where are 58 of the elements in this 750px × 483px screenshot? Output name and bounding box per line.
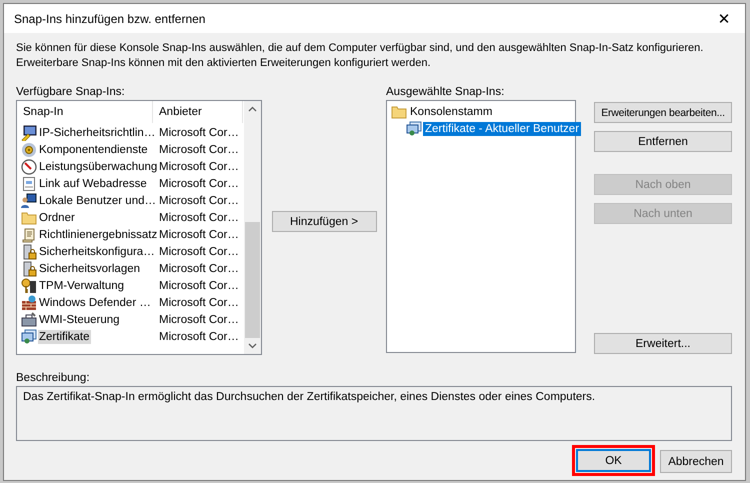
- list-item[interactable]: Sicherheitsvorlagen: [38, 262, 142, 276]
- table-cell-text: Microsoft Cor…: [158, 194, 240, 206]
- list-item[interactable]: Komponentendienste: [38, 142, 149, 156]
- table-cell-text: Microsoft Cor…: [158, 178, 240, 190]
- close-button[interactable]: ✕: [703, 4, 745, 33]
- list-item[interactable]: Lokale Benutzer und…: [38, 194, 157, 208]
- list-item[interactable]: Link auf Webadresse: [38, 176, 148, 190]
- side-button[interactable]: Erweitert...: [594, 333, 732, 354]
- list-item[interactable]: Windows Defender …: [38, 296, 152, 310]
- intro-text: Sie können für diese Konsole Snap-Ins auswählen, die auf dem Computer verfügbar sind, und den ausgewählten Snap-In-Satz konfigurieren. Erweiterbare Snap-Ins können mit den aktivierten Erweiterungen konfiguriert werden.: [16, 41, 704, 71]
- description-text: Das Zertifikat-Snap-In ermöglicht das Durchsuchen der Zertifikatspeicher, eines Dienstes oder eines Computers.: [16, 386, 732, 441]
- table-cell-text: Microsoft Cor…: [158, 296, 240, 308]
- document-icon: [21, 176, 37, 192]
- list-label: Ausgewählte Snap-Ins:: [386, 86, 504, 100]
- table-cell-text: Microsoft Cor…: [158, 262, 240, 274]
- table-cell-text: Microsoft Cor…: [158, 144, 240, 156]
- tree-item[interactable]: Konsolenstamm: [408, 104, 494, 118]
- folder-icon: [21, 210, 37, 226]
- gear-icon: [21, 142, 37, 158]
- scroll-thumb[interactable]: [245, 222, 260, 338]
- column-header[interactable]: Anbieter: [153, 101, 243, 123]
- table-cell-text: Microsoft Cor…: [158, 212, 240, 224]
- certificate-icon: [21, 328, 37, 344]
- list-item[interactable]: Sicherheitskonfigura…: [38, 244, 156, 258]
- dialog-button[interactable]: OK: [576, 449, 651, 472]
- users-icon: [21, 192, 37, 208]
- table-cell-text: Microsoft Cor…: [158, 126, 240, 138]
- list-item[interactable]: WMI-Steuerung: [38, 312, 121, 326]
- folder-icon: [391, 104, 407, 120]
- window-title: Snap-Ins hinzufügen bzw. entfernen: [14, 12, 206, 26]
- side-button[interactable]: Erweiterungen bearbeiten...: [594, 102, 732, 123]
- table-cell-text: Microsoft Cor…: [158, 280, 240, 292]
- list-item[interactable]: Ordner: [38, 210, 76, 224]
- list-label: Verfügbare Snap-Ins:: [16, 86, 126, 100]
- list-item[interactable]: Richtlinienergebnissatz: [38, 228, 158, 242]
- add-button[interactable]: Hinzufügen >: [272, 211, 376, 232]
- table-cell-text: Microsoft Cor…: [158, 246, 240, 258]
- key-icon: [21, 278, 37, 294]
- toolbox-icon: [21, 312, 37, 328]
- brick-wall-icon: [21, 294, 37, 310]
- certificate-icon: [406, 120, 422, 136]
- list-item[interactable]: Leistungsüberwachung: [38, 160, 158, 174]
- table-cell-text: Microsoft Cor…: [158, 330, 240, 342]
- server-lock-icon: [21, 260, 37, 276]
- list-item[interactable]: TPM-Verwaltung: [38, 278, 126, 292]
- side-button[interactable]: Entfernen: [594, 131, 732, 152]
- scrollbar[interactable]: [244, 101, 261, 354]
- server-lock-icon: [21, 244, 37, 260]
- dialog-button[interactable]: Abbrechen: [660, 450, 732, 473]
- table-cell-text: Microsoft Cor…: [158, 314, 240, 326]
- column-header[interactable]: Snap-In: [17, 101, 153, 123]
- list-item[interactable]: Zertifikate: [38, 330, 90, 344]
- description-label: Beschreibung:: [16, 372, 91, 384]
- gauge-icon: [21, 158, 37, 174]
- tree-item[interactable]: Zertifikate - Aktueller Benutzer: [423, 122, 582, 136]
- list-item[interactable]: IP-Sicherheitsrichtlin…: [38, 126, 156, 140]
- monitor-icon: [21, 124, 37, 140]
- scroll-icon: [21, 226, 37, 242]
